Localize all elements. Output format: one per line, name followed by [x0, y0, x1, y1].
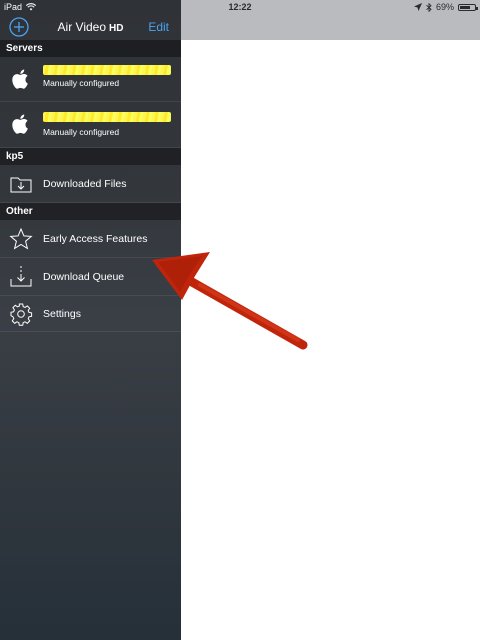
battery-percent: 69%: [435, 2, 454, 12]
status-right: 69%: [413, 2, 478, 12]
gear-icon: [10, 303, 33, 326]
star-icon: [9, 227, 33, 250]
sidebar-item-label: Early Access Features: [43, 233, 148, 245]
bluetooth-icon: [426, 2, 432, 12]
app-title-text: Air Video: [57, 20, 107, 34]
apple-icon: [12, 69, 28, 89]
server-row[interactable]: ████████ Manually configured: [0, 102, 181, 148]
app-title-suffix: HD: [109, 23, 124, 34]
sidebar-item-download-queue[interactable]: Download Queue: [0, 258, 181, 296]
section-header-other: Other: [0, 203, 181, 220]
server-subtitle: Manually configured: [43, 127, 120, 137]
sidebar-nav-bar: Air Video HD Edit: [0, 14, 181, 40]
status-bar: iPad 12:22 69%: [0, 0, 480, 14]
battery-fill: [460, 5, 470, 9]
server-name-redacted: ████████: [43, 65, 171, 75]
status-time: 12:22: [228, 2, 252, 12]
sidebar-item-label: Download Queue: [43, 271, 125, 283]
server-row[interactable]: ████████ Manually configured: [0, 57, 181, 102]
server-name-redacted: ████████: [43, 112, 171, 122]
battery-icon: [458, 3, 478, 11]
location-arrow-icon: [413, 3, 422, 11]
detail-pane: [181, 40, 480, 640]
download-queue-icon: [10, 266, 32, 287]
edit-button[interactable]: Edit: [148, 20, 169, 34]
sidebar-item-label: Downloaded Files: [43, 178, 127, 190]
sidebar: Air VideoHD Edit Servers ████████ Manual…: [0, 0, 181, 640]
sidebar-item-label: Settings: [43, 308, 81, 320]
server-subtitle: Manually configured: [43, 78, 120, 88]
sidebar-item-settings[interactable]: Settings: [0, 296, 181, 332]
apple-icon: [12, 114, 28, 134]
sidebar-item-early-access-features[interactable]: Early Access Features: [0, 220, 181, 258]
section-header-kp5: kp5: [0, 148, 181, 165]
folder-download-icon: [10, 177, 32, 193]
sidebar-item-downloaded-files[interactable]: Downloaded Files: [0, 165, 181, 203]
section-header-servers: Servers: [0, 40, 181, 57]
